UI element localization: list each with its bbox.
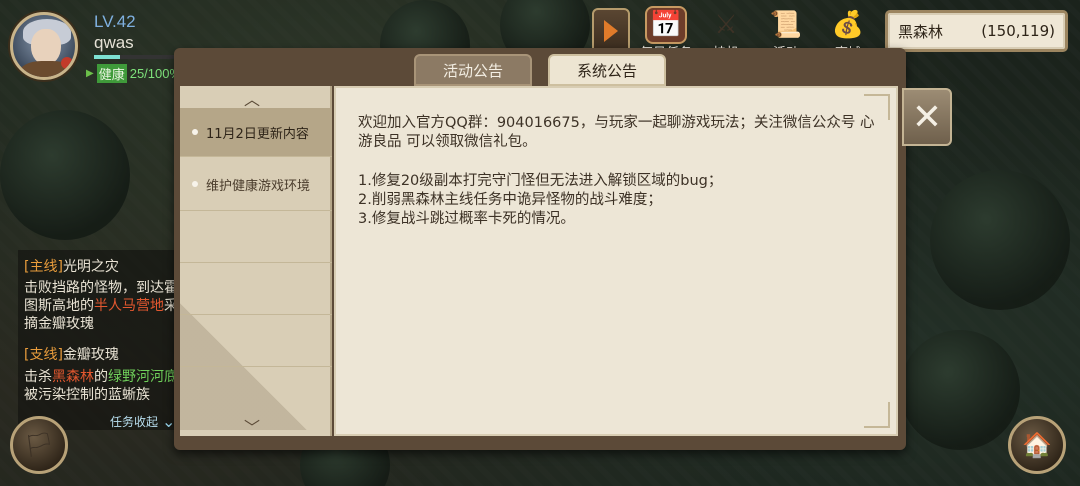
house-icon: 🏠 (1022, 431, 1052, 459)
divider (180, 262, 332, 263)
tab-system-announcements[interactable]: 系统公告 (548, 54, 666, 86)
side-quest-description[interactable]: 击杀黑森林的绿野河河底被污染控制的蓝蜥族 (24, 368, 188, 408)
announcement-intro: 欢迎加入官方QQ群：904016675，与玩家一起聊游戏玩法；关注微信公众号 心… (358, 115, 875, 150)
health-badge: 健康 (96, 64, 127, 83)
corner-ornament (864, 402, 890, 428)
announcement-item-update[interactable]: 11月2日更新内容 (180, 108, 332, 156)
location-coords: (150,119) (981, 22, 1055, 40)
health-status: ▶ 健康 25/100% (86, 64, 181, 83)
main-quest-description[interactable]: 击败挡路的怪物，到达霍图斯高地的半人马营地采摘金瓣玫瑰 (24, 279, 188, 333)
announcement-line-1: 1.修复20级副本打完守门怪但无法进入解锁区域的bug； (358, 173, 723, 189)
bullet-icon (192, 181, 198, 187)
location-display[interactable]: 黑森林 (150,119) (885, 10, 1068, 52)
announcement-line-2: 2.削弱黑森林主线任务中诡异怪物的战斗难度； (358, 192, 662, 208)
main-quest-title[interactable]: [主线]光明之灾 (24, 256, 119, 276)
chevron-down-icon[interactable]: ﹀ (244, 414, 260, 438)
home-button[interactable]: 🏠 (1008, 416, 1066, 474)
divider (180, 314, 332, 315)
close-x-icon: ✕ (911, 96, 943, 138)
apple-icon (61, 57, 73, 69)
health-bar-fill (94, 55, 120, 59)
crossed-swords-icon: ⚔ (714, 10, 738, 40)
announcement-line-3: 3.修复战斗跳过概率卡死的情况。 (358, 211, 575, 227)
play-arrow-icon (604, 20, 618, 42)
divider (180, 366, 332, 367)
calendar-book-icon: 📅 (645, 6, 687, 44)
guild-banner-button[interactable]: 🏳 (10, 416, 68, 474)
tab-event-announcements[interactable]: 活动公告 (414, 54, 532, 86)
side-panel-decoration (180, 300, 332, 430)
close-button[interactable]: ✕ (902, 88, 952, 146)
chevron-up-icon[interactable]: ︿ (244, 86, 260, 110)
announcement-content: 欢迎加入官方QQ群：904016675，与玩家一起聊游戏玩法；关注微信公众号 心… (334, 86, 898, 436)
tree-decoration (900, 330, 1020, 450)
tree-decoration (930, 170, 1070, 310)
player-level: LV.42 (94, 12, 136, 31)
announcement-item-health[interactable]: 维护健康游戏环境 (180, 160, 332, 208)
arrow-right-icon: ▶ (86, 68, 94, 79)
bullet-icon (192, 129, 198, 135)
divider (180, 210, 332, 211)
quest-collapse-button[interactable]: 任务收起 ⌄ (110, 412, 175, 431)
side-quest-title[interactable]: [支线]金瓣玫瑰 (24, 344, 119, 364)
player-name: qwas (94, 33, 134, 52)
banner-icon: 🏳 (23, 431, 55, 459)
tree-decoration (0, 110, 130, 240)
gold-coins-icon: 💰 (831, 10, 865, 40)
location-name: 黑森林 (898, 22, 944, 41)
player-avatar[interactable] (10, 12, 78, 80)
scroll-map-icon: 📜 (769, 10, 803, 40)
divider (180, 156, 332, 157)
